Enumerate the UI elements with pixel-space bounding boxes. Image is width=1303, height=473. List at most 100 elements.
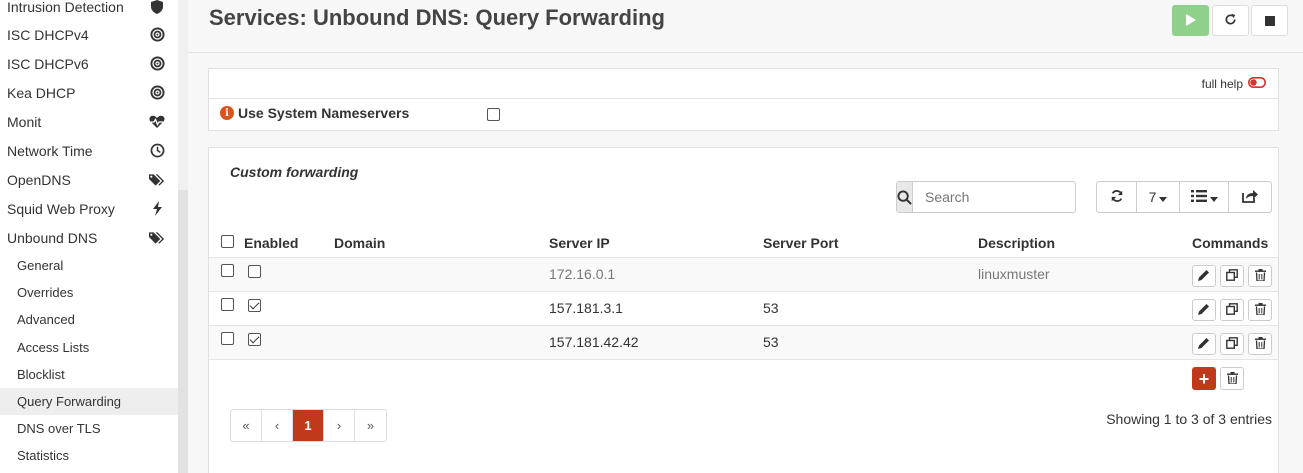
sidebar-subitem-label: Overrides [17,285,74,300]
sidebar-scrollbar-thumb[interactable] [178,190,188,473]
sidebar-subitem-label: Advanced [17,312,75,327]
export-icon [1242,189,1258,206]
row-enabled-checkbox[interactable] [248,333,261,346]
stop-icon [1264,13,1275,29]
sidebar-item-label: Unbound DNS [7,229,98,246]
restart-service-button[interactable] [1212,5,1249,36]
stop-service-button[interactable] [1251,5,1288,36]
edit-button[interactable] [1192,299,1216,321]
sidebar-subitem-general[interactable]: General [0,252,178,279]
bullseye-icon [149,56,165,72]
page-size-dropdown[interactable]: 7 [1137,182,1180,212]
clone-button[interactable] [1220,265,1244,287]
delete-button[interactable] [1248,333,1272,355]
last-page-button[interactable]: » [355,410,386,441]
search-box [896,181,1118,213]
table-row[interactable]: 157.181.3.1 53 [209,291,1278,325]
prev-page-button[interactable]: ‹ [262,410,293,441]
use-system-nameservers-label: i Use System Nameservers [220,105,409,121]
sidebar-subitem-statistics[interactable]: Statistics [0,442,178,469]
add-button[interactable]: + [1192,367,1216,390]
delete-button[interactable] [1248,265,1272,287]
sidebar-item-squid-web-proxy[interactable]: Squid Web Proxy [0,194,178,223]
use-system-nameservers-text: Use System Nameservers [238,105,410,121]
cell-server-ip: 172.16.0.1 [549,266,616,282]
sidebar: Intrusion Detection ISC DHCPv4 ISC DHCPv… [0,0,188,473]
header-divider [188,52,1303,53]
cell-description: linuxmuster [978,266,1050,282]
row-enabled-checkbox[interactable] [248,299,261,312]
delete-selected-button[interactable] [1220,367,1244,390]
bullseye-icon [149,85,165,101]
sidebar-subitem-query-forwarding[interactable]: Query Forwarding [0,388,178,415]
general-settings-panel: full help i Use System Nameservers [208,68,1279,131]
sidebar-item-monit[interactable]: Monit [0,107,178,136]
sidebar-subitem-label: General [17,258,64,273]
sidebar-item-label: Intrusion Detection [7,0,124,15]
column-header-enabled[interactable]: Enabled [244,235,298,251]
sidebar-subitem-overrides[interactable]: Overrides [0,279,178,306]
column-header-server-ip[interactable]: Server IP [549,235,610,251]
custom-forwarding-panel: Custom forwarding 7 Enable [208,147,1279,473]
column-header-description[interactable]: Description [978,235,1055,251]
row-enabled-checkbox[interactable] [248,265,261,278]
sidebar-item-kea-dhcp[interactable]: Kea DHCP [0,78,178,107]
pencil-icon [1198,268,1210,284]
edit-button[interactable] [1192,265,1216,287]
sidebar-item-opendns[interactable]: OpenDNS [0,165,178,194]
sidebar-item-isc-dhcpv4[interactable]: ISC DHCPv4 [0,20,178,49]
next-page-button[interactable]: › [324,410,355,441]
row-select-checkbox[interactable] [221,332,234,345]
tags-icon [149,172,165,188]
column-header-domain[interactable]: Domain [334,235,385,251]
cell-server-ip: 157.181.3.1 [549,300,623,316]
full-help-label: full help [1201,77,1243,91]
caret-down-icon [1209,189,1218,205]
clone-button[interactable] [1220,333,1244,355]
search-input[interactable] [913,182,1118,212]
clone-button[interactable] [1220,299,1244,321]
sidebar-item-label: ISC DHCPv6 [7,55,89,72]
sidebar-item-network-time[interactable]: Network Time [0,136,178,165]
sidebar-item-intrusion-detection[interactable]: Intrusion Detection [0,0,178,21]
shield-icon [149,0,165,15]
grid-toolbar: 7 [1096,181,1272,213]
info-icon[interactable]: i [220,106,234,120]
table-row[interactable]: 172.16.0.1 linuxmuster [209,257,1278,291]
sidebar-item-label: OpenDNS [7,171,71,188]
sidebar-subitem-advanced[interactable]: Advanced [0,306,178,333]
row-select-checkbox[interactable] [221,298,234,311]
page-size-value: 7 [1148,189,1157,205]
refresh-grid-button[interactable] [1097,182,1137,212]
use-system-nameservers-checkbox[interactable] [487,108,500,121]
trash-icon [1254,336,1266,352]
column-selector-dropdown[interactable] [1180,182,1229,212]
pagination: « ‹ 1 › » [230,409,387,442]
sidebar-subitem-blocklist[interactable]: Blocklist [0,361,178,388]
column-header-server-port[interactable]: Server Port [763,235,838,251]
sidebar-subitem-access-lists[interactable]: Access Lists [0,334,178,361]
first-page-button[interactable]: « [231,410,262,441]
sidebar-subitem-label: Statistics [17,448,70,463]
full-help-toggle[interactable]: full help [1202,77,1266,91]
sidebar-item-unbound-dns[interactable]: Unbound DNS [0,223,178,252]
delete-button[interactable] [1248,299,1272,321]
plus-icon: + [1198,368,1210,389]
sidebar-subitem-label: Blocklist [17,367,65,382]
export-button[interactable] [1229,182,1271,212]
sidebar-subitem-dns-over-tls[interactable]: DNS over TLS [0,415,178,442]
copy-icon [1226,336,1238,352]
sidebar-subitem-label: Access Lists [17,340,90,355]
sidebar-item-isc-dhcpv6[interactable]: ISC DHCPv6 [0,49,178,78]
row-divider [209,98,1278,99]
select-all-checkbox[interactable] [221,235,234,248]
cell-server-ip: 157.181.42.42 [549,334,639,350]
copy-icon [1226,268,1238,284]
edit-button[interactable] [1192,333,1216,355]
start-service-button[interactable] [1172,5,1209,36]
row-select-checkbox[interactable] [221,264,234,277]
trash-icon [1254,302,1266,318]
page-button-current[interactable]: 1 [293,410,324,441]
table-row[interactable]: 157.181.42.42 53 [209,325,1278,359]
caret-down-icon [1159,189,1168,205]
